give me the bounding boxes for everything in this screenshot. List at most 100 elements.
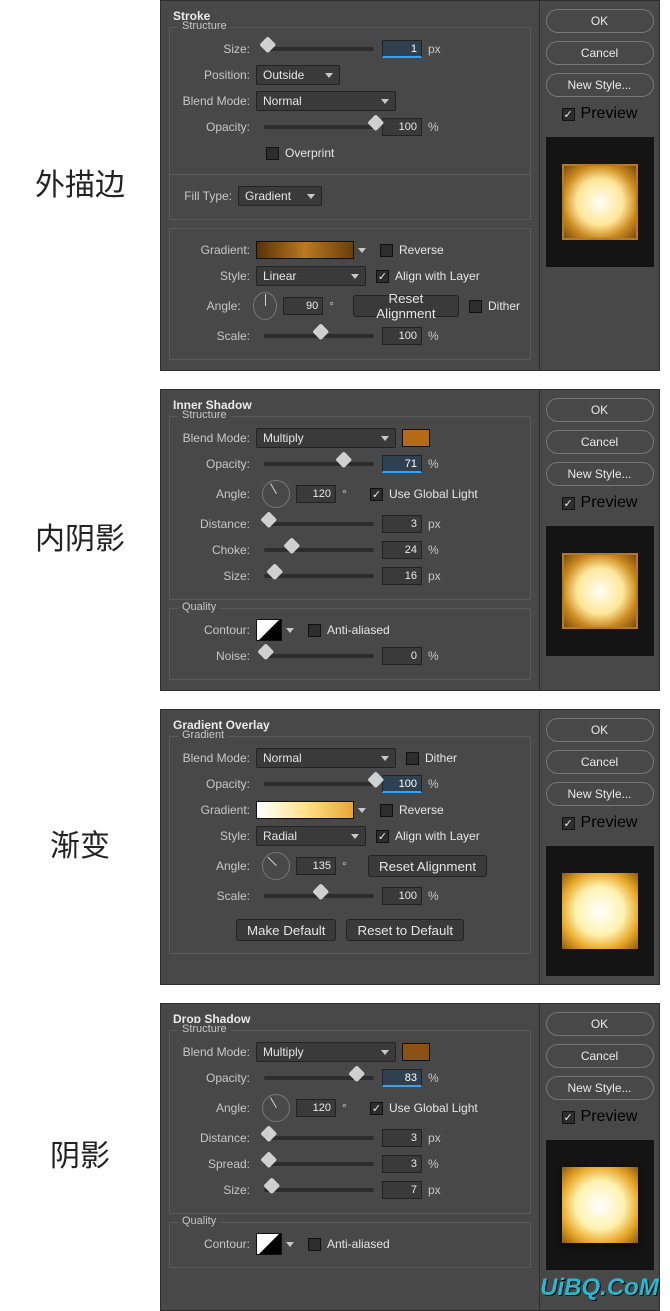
chevron-down-icon[interactable] (286, 628, 294, 633)
ok-button[interactable]: OK (546, 398, 654, 422)
fill-type-label: Fill Type: (180, 189, 238, 203)
angle-knob[interactable] (253, 292, 278, 320)
chevron-down-icon[interactable] (286, 1242, 294, 1247)
group-quality: Quality Contour: Anti-aliased Noise: % (169, 608, 531, 680)
contour-swatch[interactable] (256, 619, 282, 641)
spread-input[interactable] (382, 1155, 422, 1173)
color-swatch[interactable] (402, 429, 430, 447)
preview-check[interactable]: Preview (562, 1108, 638, 1126)
angle-input[interactable] (296, 1099, 336, 1117)
scale-input[interactable] (382, 327, 422, 345)
opacity-input[interactable] (382, 1069, 422, 1087)
fill-type-select[interactable]: Gradient (238, 186, 322, 206)
spread-label: Spread: (180, 1157, 256, 1171)
opacity-slider[interactable] (264, 782, 374, 786)
noise-slider[interactable] (264, 654, 374, 658)
panel-gradient-overlay: Gradient Overlay Gradient Blend Mode: No… (160, 709, 540, 985)
opacity-input[interactable] (382, 455, 422, 473)
distance-slider[interactable] (264, 522, 374, 526)
size-slider[interactable] (264, 1188, 374, 1192)
section-label-stroke: 外描边 (0, 171, 160, 201)
group-legend: Gradient (178, 729, 228, 741)
dither-check[interactable]: Dither (406, 751, 457, 765)
blend-mode-select[interactable]: Multiply (256, 428, 396, 448)
ok-button[interactable]: OK (546, 718, 654, 742)
blend-mode-label: Blend Mode: (180, 94, 256, 108)
chevron-down-icon[interactable] (358, 248, 366, 253)
opacity-slider[interactable] (264, 125, 374, 129)
preview-check[interactable]: Preview (562, 494, 638, 512)
align-layer-check[interactable]: Align with Layer (376, 269, 480, 283)
global-light-check[interactable]: Use Global Light (370, 1101, 478, 1115)
new-style-button[interactable]: New Style... (546, 782, 654, 806)
anti-aliased-check[interactable]: Anti-aliased (308, 1237, 390, 1251)
gradient-swatch[interactable] (256, 801, 354, 819)
size-input[interactable] (382, 40, 422, 58)
angle-knob[interactable] (262, 1094, 290, 1122)
new-style-button[interactable]: New Style... (546, 73, 654, 97)
distance-input[interactable] (382, 515, 422, 533)
contour-swatch[interactable] (256, 1233, 282, 1255)
distance-label: Distance: (180, 1131, 256, 1145)
cancel-button[interactable]: Cancel (546, 430, 654, 454)
size-input[interactable] (382, 1181, 422, 1199)
choke-slider[interactable] (264, 548, 374, 552)
style-select[interactable]: Linear (256, 266, 366, 286)
blend-mode-select[interactable]: Multiply (256, 1042, 396, 1062)
distance-input[interactable] (382, 1129, 422, 1147)
opacity-slider[interactable] (264, 462, 374, 466)
scale-slider[interactable] (264, 334, 374, 338)
cancel-button[interactable]: Cancel (546, 750, 654, 774)
reset-alignment-button[interactable]: Reset Alignment (353, 295, 459, 317)
preview-check[interactable]: Preview (562, 814, 638, 832)
blend-mode-select[interactable]: Normal (256, 91, 396, 111)
gradient-swatch[interactable] (256, 241, 354, 259)
angle-knob[interactable] (262, 480, 290, 508)
reverse-check[interactable]: Reverse (380, 243, 444, 257)
opacity-slider[interactable] (264, 1076, 374, 1080)
size-slider[interactable] (264, 47, 374, 51)
overprint-check[interactable]: Overprint (266, 146, 334, 160)
ok-button[interactable]: OK (546, 9, 654, 33)
size-input[interactable] (382, 567, 422, 585)
new-style-button[interactable]: New Style... (546, 1076, 654, 1100)
size-slider[interactable] (264, 574, 374, 578)
reset-alignment-button[interactable]: Reset Alignment (368, 855, 487, 877)
position-select[interactable]: Outside (256, 65, 340, 85)
choke-input[interactable] (382, 541, 422, 559)
make-default-button[interactable]: Make Default (236, 919, 337, 941)
reverse-check[interactable]: Reverse (380, 803, 444, 817)
style-select[interactable]: Radial (256, 826, 366, 846)
reset-to-default-button[interactable]: Reset to Default (346, 919, 464, 941)
preview-thumbnail (562, 553, 638, 629)
spread-slider[interactable] (264, 1162, 374, 1166)
scale-input[interactable] (382, 887, 422, 905)
blend-mode-select[interactable]: Normal (256, 748, 396, 768)
noise-input[interactable] (382, 647, 422, 665)
angle-input[interactable] (283, 297, 323, 315)
opacity-input[interactable] (382, 118, 422, 136)
angle-knob[interactable] (262, 852, 290, 880)
group-legend: Quality (178, 1215, 220, 1227)
unit-px: px (422, 569, 446, 583)
cancel-button[interactable]: Cancel (546, 1044, 654, 1068)
distance-slider[interactable] (264, 1136, 374, 1140)
contour-label: Contour: (180, 623, 256, 637)
align-layer-check[interactable]: Align with Layer (376, 829, 480, 843)
cancel-button[interactable]: Cancel (546, 41, 654, 65)
opacity-input[interactable] (382, 775, 422, 793)
new-style-button[interactable]: New Style... (546, 462, 654, 486)
preview-thumbnail (562, 873, 638, 949)
angle-input[interactable] (296, 857, 336, 875)
dither-check[interactable]: Dither (469, 299, 520, 313)
anti-aliased-check[interactable]: Anti-aliased (308, 623, 390, 637)
preview-check[interactable]: Preview (562, 105, 638, 123)
color-swatch[interactable] (402, 1043, 430, 1061)
scale-slider[interactable] (264, 894, 374, 898)
ok-button[interactable]: OK (546, 1012, 654, 1036)
preview-box (546, 526, 654, 656)
angle-input[interactable] (296, 485, 336, 503)
global-light-check[interactable]: Use Global Light (370, 487, 478, 501)
chevron-down-icon (381, 436, 389, 441)
chevron-down-icon[interactable] (358, 808, 366, 813)
